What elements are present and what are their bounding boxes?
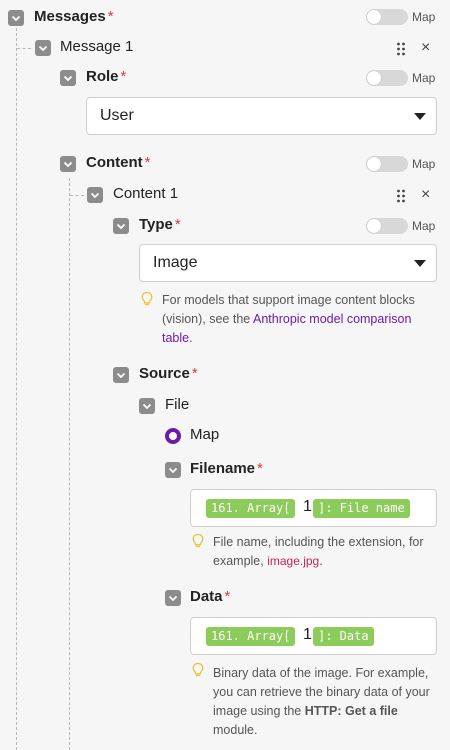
- filename-hint: File name, including the extension, for …: [213, 535, 424, 568]
- source-checkbox-icon[interactable]: [113, 367, 129, 383]
- data-checkbox-icon[interactable]: [165, 590, 181, 606]
- role-select-value: User: [100, 107, 134, 124]
- role-map-label: Map: [412, 71, 436, 85]
- messages-map-label: Map: [412, 10, 436, 24]
- tree-guide-line: [69, 178, 70, 750]
- data-label: Data *: [190, 588, 231, 605]
- data-index: 1: [303, 626, 312, 643]
- file-label: File: [165, 396, 190, 413]
- content-map-toggle[interactable]: [366, 156, 408, 172]
- filename-index: 1: [303, 498, 312, 515]
- filename-field-pill[interactable]: ]: File name: [313, 499, 410, 518]
- message1-checkbox-icon[interactable]: [35, 40, 51, 56]
- source-label: Source *: [139, 365, 198, 382]
- type-select-value: Image: [153, 254, 198, 271]
- dropdown-caret-icon: [414, 260, 426, 267]
- type-select[interactable]: Image: [139, 244, 437, 282]
- role-checkbox-icon[interactable]: [60, 70, 76, 86]
- filename-input[interactable]: 161. Array[ 1 ]: File name: [190, 489, 437, 527]
- content1-checkbox-icon[interactable]: [87, 187, 103, 203]
- data-hint: Binary data of the image. For example, y…: [213, 666, 430, 737]
- filename-label: Filename *: [190, 460, 263, 477]
- map-radio-label: Map: [190, 426, 220, 443]
- tree-guide-line: [17, 48, 31, 49]
- role-label: Role *: [86, 68, 127, 85]
- file-checkbox-icon[interactable]: [139, 398, 155, 414]
- content-map-label: Map: [412, 157, 436, 171]
- data-field-pill[interactable]: ]: Data: [313, 627, 374, 646]
- drag-handle-icon[interactable]: [396, 42, 406, 56]
- content-label: Content *: [86, 154, 151, 171]
- content1-label: Content 1: [113, 185, 179, 202]
- message1-label: Message 1: [60, 38, 134, 55]
- dropdown-caret-icon: [414, 113, 426, 120]
- type-label: Type *: [139, 216, 181, 233]
- data-input[interactable]: 161. Array[ 1 ]: Data: [190, 617, 437, 655]
- lightbulb-icon: [192, 662, 204, 677]
- type-map-label: Map: [412, 219, 436, 233]
- filename-array-pill[interactable]: 161. Array[: [206, 499, 296, 518]
- tree-guide-line: [16, 28, 17, 750]
- messages-checkbox-icon[interactable]: [8, 10, 24, 26]
- content-checkbox-icon[interactable]: [60, 156, 76, 172]
- messages-label: Messages *: [34, 8, 114, 25]
- type-map-toggle[interactable]: [366, 218, 408, 234]
- tree-guide-line: [70, 195, 84, 196]
- messages-map-toggle[interactable]: [366, 9, 408, 25]
- type-hint: For models that support image content bl…: [162, 293, 415, 345]
- type-checkbox-icon[interactable]: [113, 218, 129, 234]
- map-radio[interactable]: [165, 428, 181, 444]
- close-icon[interactable]: ×: [421, 40, 430, 56]
- lightbulb-icon: [141, 291, 153, 306]
- role-map-toggle[interactable]: [366, 70, 408, 86]
- close-icon[interactable]: ×: [421, 187, 430, 203]
- lightbulb-icon: [192, 533, 204, 548]
- role-select[interactable]: User: [86, 97, 437, 135]
- filename-checkbox-icon[interactable]: [165, 462, 181, 478]
- data-array-pill[interactable]: 161. Array[: [206, 627, 296, 646]
- filename-example-code: image.jpg: [267, 554, 320, 568]
- drag-handle-icon[interactable]: [396, 189, 406, 203]
